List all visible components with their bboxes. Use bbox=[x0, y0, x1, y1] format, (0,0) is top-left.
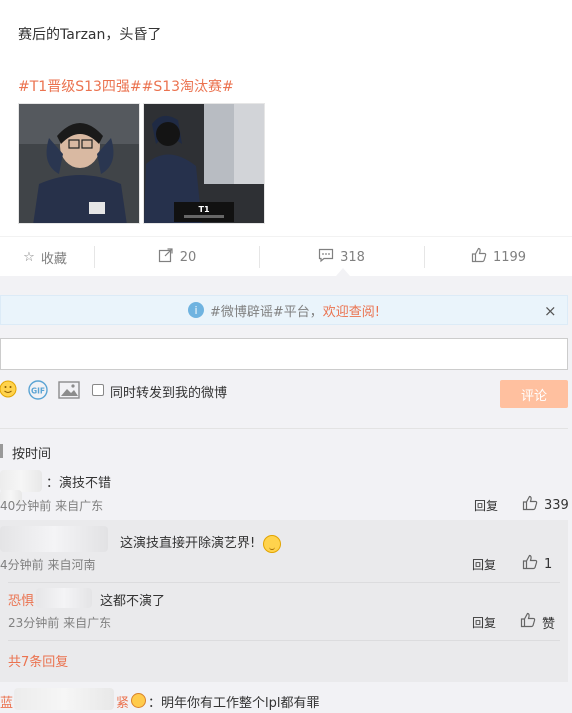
share-checkbox[interactable] bbox=[92, 384, 104, 396]
star-icon: ☆ bbox=[23, 249, 35, 265]
image-caption-logo: T1 bbox=[198, 205, 209, 214]
blurred-username[interactable] bbox=[36, 588, 92, 608]
reply-button[interactable]: 回复 bbox=[472, 614, 496, 631]
thumbs-up-icon bbox=[471, 247, 487, 267]
sub-comment-text: 这演技直接开除演艺界! bbox=[120, 532, 282, 553]
comment-like-label: 赞 bbox=[542, 616, 556, 632]
thumbs-up-icon bbox=[522, 554, 538, 574]
comment-username-suffix[interactable]: 紧 bbox=[116, 692, 129, 711]
comment-like-count: 1 bbox=[544, 556, 553, 572]
laughing-emoji-icon bbox=[263, 534, 282, 553]
reply-button[interactable]: 回复 bbox=[472, 556, 496, 573]
thumbs-up-icon bbox=[522, 495, 538, 515]
repost-icon bbox=[158, 247, 174, 267]
repost-count: 20 bbox=[179, 249, 197, 265]
comment-count: 318 bbox=[340, 249, 365, 265]
comment-meta: 40分钟前 来自广东 bbox=[0, 499, 104, 513]
sub-comment-meta: 23分钟前 来自广东 bbox=[8, 616, 112, 630]
repost-button[interactable]: 20 bbox=[96, 236, 258, 278]
divider bbox=[0, 428, 568, 429]
image-upload-icon[interactable] bbox=[58, 381, 80, 399]
sub-comment-body: 这演技直接开除演艺界! bbox=[120, 536, 256, 551]
blurred-username[interactable] bbox=[14, 688, 114, 710]
sort-indicator bbox=[0, 444, 3, 458]
comment-input[interactable] bbox=[0, 338, 568, 370]
rumor-notice: i #微博辟谣#平台， 欢迎查阅! bbox=[0, 295, 568, 325]
info-icon: i bbox=[187, 302, 204, 318]
divider bbox=[8, 582, 560, 583]
collect-label: 收藏 bbox=[40, 251, 67, 267]
blurred-username[interactable] bbox=[0, 470, 42, 492]
sub-comment-meta: 4分钟前 来自河南 bbox=[0, 558, 96, 572]
post-text: 赛后的Tarzan，头昏了 bbox=[18, 27, 162, 43]
thumbs-up-icon bbox=[520, 612, 536, 632]
sort-by-time[interactable]: 按时间 bbox=[12, 443, 51, 462]
action-divider bbox=[94, 246, 95, 268]
badge-icon bbox=[131, 693, 146, 708]
sub-comment-username[interactable]: 恐惧 bbox=[8, 590, 34, 609]
comment-text: ：明年你有工作整个lpl都有罪 bbox=[148, 696, 320, 711]
submit-comment-button[interactable]: 评论 bbox=[500, 380, 568, 408]
like-count: 1199 bbox=[492, 249, 527, 265]
comment-like-button[interactable]: 339 bbox=[522, 495, 569, 515]
comment-icon bbox=[318, 247, 334, 267]
emoji-icon[interactable] bbox=[0, 379, 18, 399]
post-image-1[interactable] bbox=[18, 103, 140, 224]
blurred-username[interactable] bbox=[0, 526, 108, 552]
close-icon[interactable]: × bbox=[544, 302, 557, 320]
post-image-2[interactable]: T1 bbox=[143, 103, 265, 224]
svg-text:GIF: GIF bbox=[31, 387, 45, 396]
comment-text: ：演技不错 bbox=[46, 476, 112, 491]
reply-button[interactable]: 回复 bbox=[474, 497, 498, 514]
divider bbox=[8, 640, 560, 641]
comment-username-prefix[interactable]: 蓝 bbox=[0, 692, 13, 711]
notice-link[interactable]: 欢迎查阅! bbox=[323, 301, 380, 320]
post-hashtags[interactable]: #T1晋级S13四强##S13淘汰赛# bbox=[18, 76, 234, 96]
comment-caret bbox=[336, 268, 350, 276]
collect-button[interactable]: ☆ 收藏 bbox=[0, 236, 90, 278]
comment-like-count: 339 bbox=[544, 497, 569, 513]
gif-icon[interactable]: GIF bbox=[28, 380, 48, 400]
comment-like-button[interactable]: 1 bbox=[522, 554, 552, 574]
comment-like-button[interactable]: 赞 bbox=[520, 612, 555, 632]
share-label: 同时转发到我的微博 bbox=[110, 386, 228, 401]
notice-text: #微博辟谣#平台， bbox=[209, 304, 323, 320]
like-button[interactable]: 1199 bbox=[425, 236, 572, 278]
more-replies-link[interactable]: 共7条回复 bbox=[8, 651, 68, 670]
sub-comment-text: 这都不演了 bbox=[100, 594, 166, 609]
